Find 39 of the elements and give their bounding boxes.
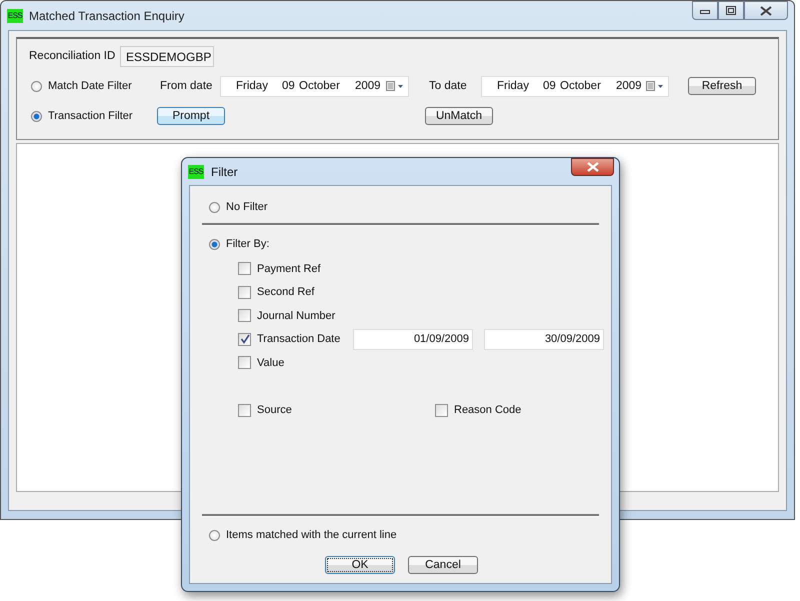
dialog-title: Filter (211, 164, 238, 178)
calendar-icon (646, 81, 664, 91)
checkbox-option[interactable]: Source (238, 404, 424, 417)
minimize-button[interactable] (692, 1, 718, 20)
from-date-field[interactable]: 01/09/2009 (353, 328, 473, 350)
checkbox-option[interactable]: Transaction Date (238, 332, 348, 346)
radio-option[interactable]: No Filter (209, 199, 611, 215)
checkbox-option[interactable]: Payment Ref (238, 262, 348, 276)
app-logo: ESS (188, 164, 204, 178)
checkbox-option[interactable]: Second Ref (238, 286, 348, 299)
date-picker[interactable]: Friday 09 October 2009 (481, 76, 669, 96)
unmatch-button[interactable]: UnMatch (425, 107, 493, 125)
app-logo: ESS (7, 8, 23, 22)
cancel-button[interactable]: Cancel (408, 556, 478, 574)
maximize-button[interactable] (718, 1, 744, 20)
radio-option[interactable]: Items matched with the current line (209, 527, 611, 543)
checkbox-option[interactable]: Reason Code (435, 404, 522, 417)
reconciliation-field[interactable]: ESSDEMOGBP (120, 46, 214, 66)
close-icon (760, 6, 772, 16)
checkbox-option[interactable]: Value (238, 356, 348, 370)
reconciliation-label: Reconciliation ID (29, 50, 116, 62)
minimize-icon (700, 8, 710, 14)
radio-option[interactable]: Transaction Filter (31, 110, 157, 122)
close-button[interactable] (744, 1, 788, 20)
close-button[interactable] (571, 158, 614, 176)
radio-option[interactable]: Filter By: (209, 236, 611, 252)
close-icon (586, 162, 598, 172)
radio-option[interactable]: Match Date Filter (31, 80, 160, 92)
date-picker[interactable]: Friday 09 October 2009 (220, 76, 409, 96)
maximize-icon (726, 6, 736, 15)
to-date-label: To date (429, 80, 468, 92)
refresh-button[interactable]: Refresh (688, 77, 756, 95)
ok-button[interactable]: OK (325, 556, 395, 574)
checkbox-option[interactable]: Journal Number (238, 309, 348, 322)
to-date-field[interactable]: 30/09/2009 (484, 328, 604, 350)
calendar-icon (386, 81, 404, 91)
window-title: Matched Transaction Enquiry (29, 8, 184, 22)
prompt-button[interactable]: Prompt (157, 107, 225, 125)
from-date-label: From date (160, 80, 214, 92)
